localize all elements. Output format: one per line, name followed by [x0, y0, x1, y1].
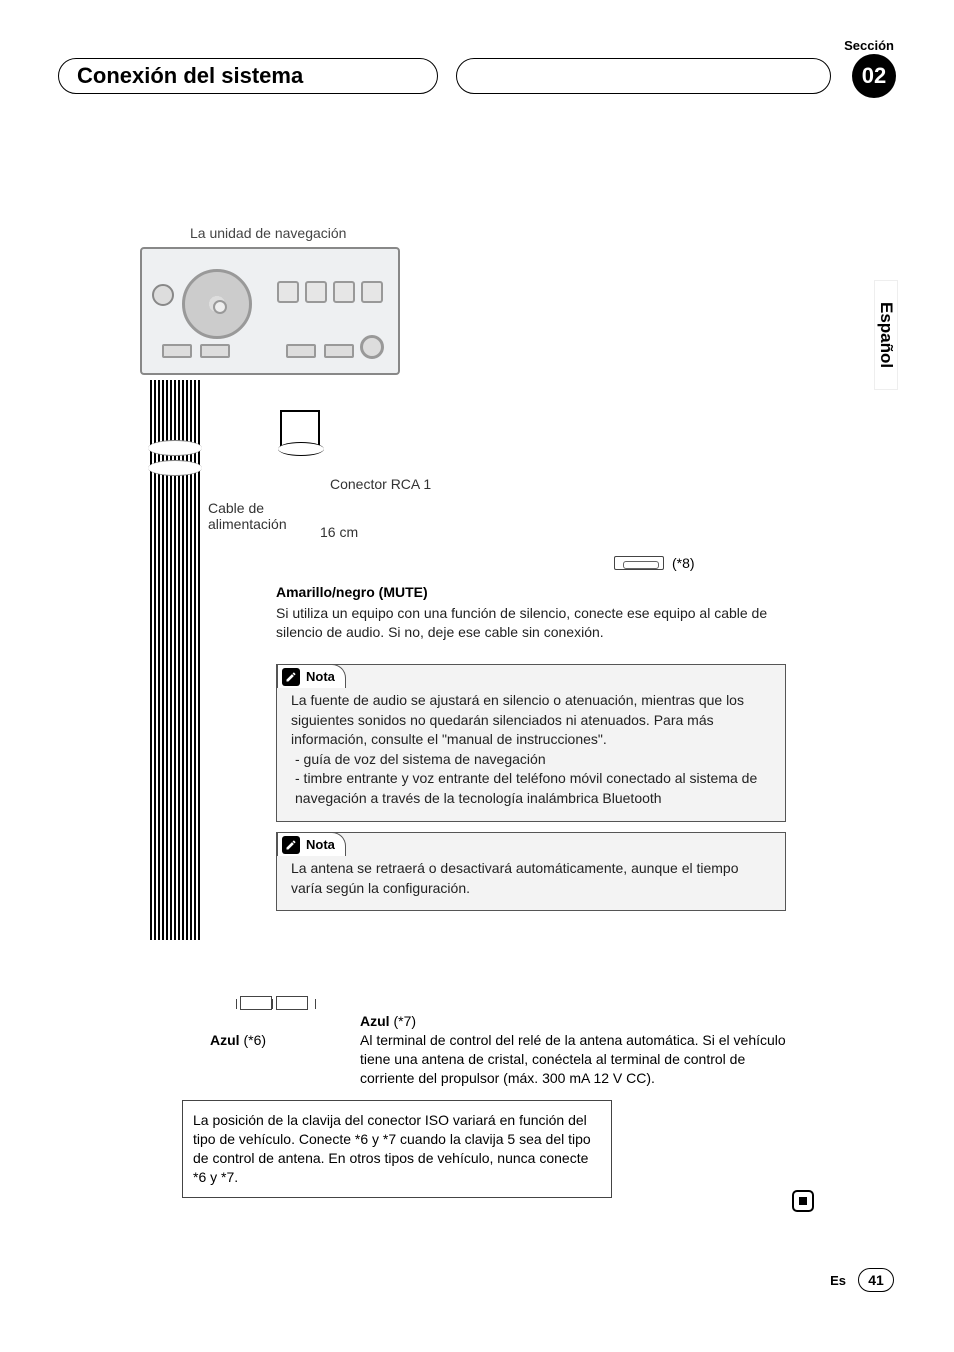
connector-icon	[286, 344, 316, 358]
note-tab: Nota	[277, 664, 346, 688]
iso-connectors-illustration	[240, 996, 320, 1016]
section-label: Sección	[844, 38, 894, 53]
fuse-icon	[614, 556, 664, 570]
section-end-icon	[792, 1190, 814, 1212]
round-port-icon	[360, 335, 384, 359]
page-title-pill: Conexión del sistema	[58, 58, 438, 94]
footer-page-number: 41	[858, 1268, 894, 1292]
cable-break-icon	[148, 460, 202, 476]
port-icon	[333, 281, 355, 303]
speaker-icon	[152, 284, 174, 306]
azul-6-label: Azul (*6)	[210, 1032, 266, 1048]
nav-unit-illustration	[140, 247, 400, 375]
mute-body: Si utiliza un equipo con una función de …	[276, 604, 796, 642]
azul-7-body: Al terminal de control del relé de la an…	[360, 1031, 800, 1088]
iso-note-box: La posición de la clavija del conector I…	[182, 1100, 612, 1198]
diagram-content: La unidad de navegación	[130, 225, 850, 375]
note1-item1: - guía de voz del sistema de navegación	[295, 750, 771, 770]
note-label: Nota	[306, 837, 335, 852]
note-label: Nota	[306, 669, 335, 684]
footer-lang: Es	[830, 1273, 846, 1288]
port-icon	[361, 281, 383, 303]
page-header: Sección Conexión del sistema 02	[0, 0, 954, 100]
pencil-icon	[282, 668, 300, 686]
connector-icon	[162, 344, 192, 358]
port-icon	[305, 281, 327, 303]
disc-icon	[182, 269, 252, 339]
header-right-pill	[456, 58, 831, 94]
azul-6-suffix: (*6)	[240, 1032, 266, 1048]
iso-connector-icon	[240, 996, 272, 1010]
iso-connector-icon	[276, 996, 308, 1010]
mute-title: Amarillo/negro (MUTE)	[276, 584, 796, 600]
rca-label: Conector RCA 1	[330, 476, 431, 492]
nav-unit-label: La unidad de navegación	[190, 225, 850, 241]
note-tab: Nota	[277, 832, 346, 856]
connector-icon	[324, 344, 354, 358]
pencil-icon	[282, 836, 300, 854]
fuse-ref-label: (*8)	[672, 555, 695, 571]
note1-body: La fuente de audio se ajustará en silenc…	[291, 691, 771, 750]
azul-7-suffix: (*7)	[390, 1013, 416, 1029]
azul-7-text: Azul	[360, 1013, 390, 1029]
section-number-badge: 02	[852, 54, 896, 98]
note-box-1: Nota La fuente de audio se ajustará en s…	[276, 664, 786, 822]
page-title: Conexión del sistema	[77, 63, 303, 89]
power-cable-label: Cable de alimentación	[208, 500, 287, 532]
cable-break-icon	[148, 440, 202, 456]
azul-7-block: Azul (*7) Al terminal de control del rel…	[360, 1012, 800, 1088]
cable-break-icon	[278, 442, 324, 456]
connector-icon	[200, 344, 230, 358]
length-label: 16 cm	[320, 524, 358, 540]
language-tab-text: Español	[876, 302, 896, 368]
azul-6-text: Azul	[210, 1032, 240, 1048]
note1-item2: - timbre entrante y voz entrante del tel…	[295, 769, 771, 808]
note2-body: La antena se retraerá o desactivará auto…	[291, 859, 771, 898]
page-footer: Es 41	[830, 1268, 894, 1292]
language-tab: Español	[874, 280, 898, 390]
port-icon	[277, 281, 299, 303]
mute-wire-section: Amarillo/negro (MUTE) Si utiliza un equi…	[276, 584, 796, 642]
note-box-2: Nota La antena se retraerá o desactivará…	[276, 832, 786, 911]
